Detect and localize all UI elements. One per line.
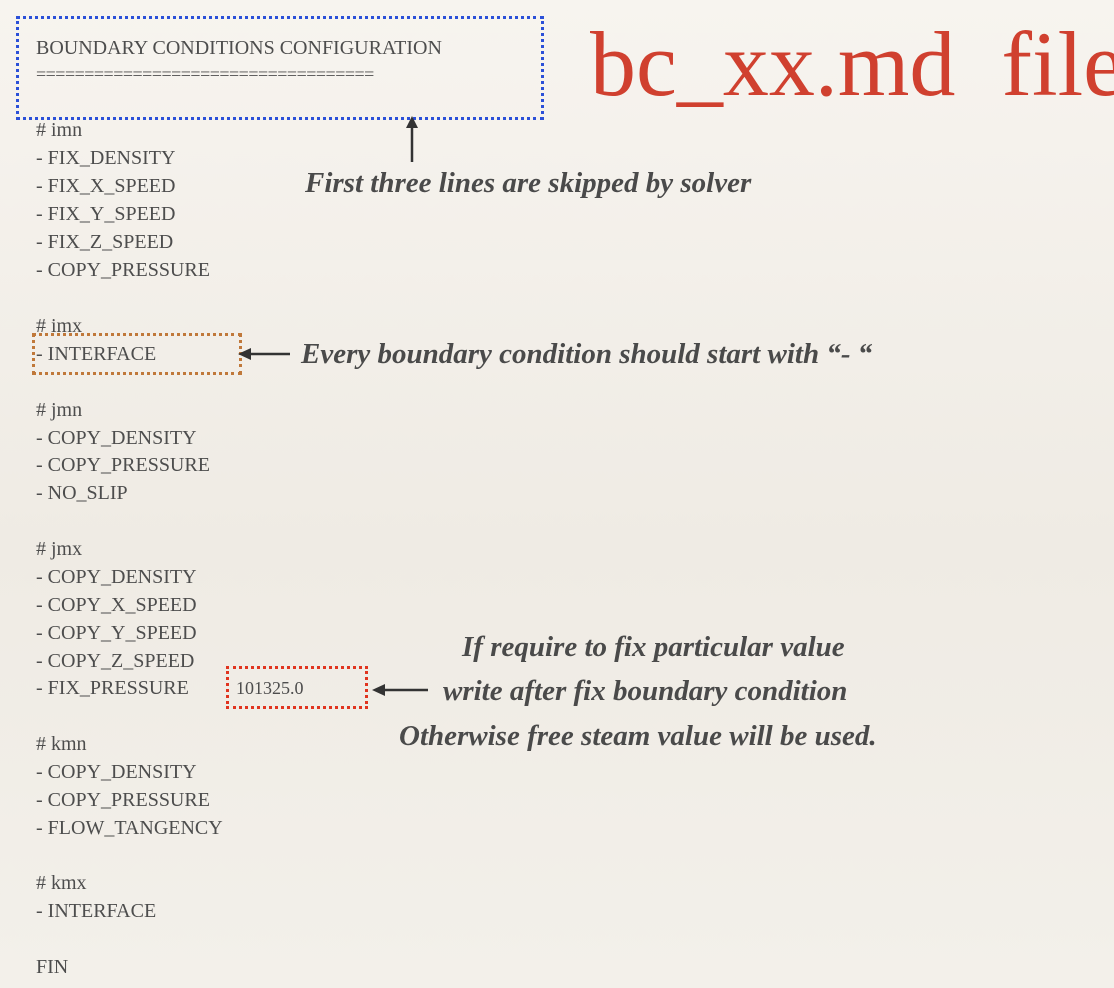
condition-line: - COPY_X_SPEED — [36, 594, 197, 616]
condition-line: - COPY_Z_SPEED — [36, 650, 195, 672]
annotation-fix-value-line3: Otherwise free steam value will be used. — [399, 720, 877, 752]
left-arrow-icon — [372, 684, 428, 696]
value-highlight-box — [226, 666, 368, 709]
condition-line: - FIX_X_SPEED — [36, 175, 176, 197]
condition-line: - COPY_PRESSURE — [36, 259, 210, 281]
section-header-imn: # imn — [36, 119, 83, 141]
condition-line: - FIX_DENSITY — [36, 147, 176, 169]
condition-line: - COPY_DENSITY — [36, 427, 197, 449]
condition-line: - FIX_Z_SPEED — [36, 231, 174, 253]
annotation-fix-value-line2: write after fix boundary condition — [443, 675, 848, 707]
condition-line: - INTERFACE — [36, 900, 157, 922]
condition-line: - FLOW_TANGENCY — [36, 817, 223, 839]
file-footer: FIN — [36, 956, 69, 978]
condition-line: - NO_SLIP — [36, 482, 128, 504]
condition-line: - COPY_DENSITY — [36, 566, 197, 588]
slide-title: bc_xx.md file — [590, 13, 1114, 115]
annotation-prefix-rule: Every boundary condition should start wi… — [301, 338, 873, 370]
condition-line-fix-pressure: - FIX_PRESSURE — [36, 677, 189, 699]
condition-line: - COPY_DENSITY — [36, 761, 197, 783]
section-header-jmx: # jmx — [36, 538, 83, 560]
section-header-kmx: # kmx — [36, 872, 87, 894]
section-header-jmn: # jmn — [36, 399, 83, 421]
condition-line: - FIX_Y_SPEED — [36, 203, 176, 225]
up-arrow-icon — [406, 116, 418, 162]
section-header-kmn: # kmn — [36, 733, 87, 755]
annotation-fix-value-line1: If require to fix particular value — [462, 631, 845, 663]
header-highlight-box — [16, 16, 544, 120]
annotation-skipped-lines: First three lines are skipped by solver — [305, 167, 752, 199]
interface-highlight-box — [32, 333, 242, 375]
left-arrow-icon — [238, 348, 290, 360]
condition-line: - COPY_Y_SPEED — [36, 622, 197, 644]
condition-line: - COPY_PRESSURE — [36, 454, 210, 476]
condition-line: - COPY_PRESSURE — [36, 789, 210, 811]
